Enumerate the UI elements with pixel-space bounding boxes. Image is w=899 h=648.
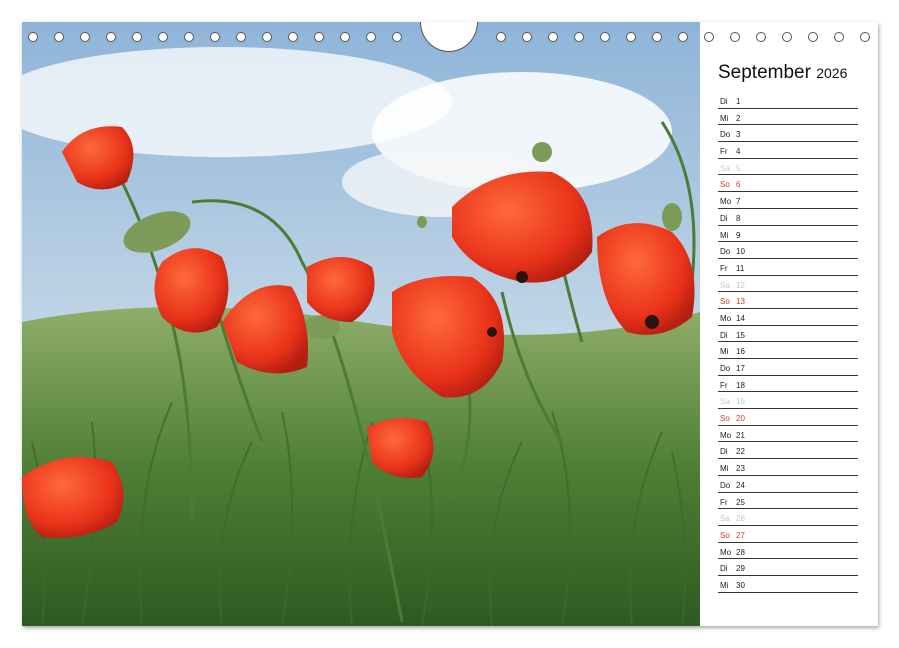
day-number: 4 [736, 147, 741, 157]
month-title: September 2026 [718, 62, 847, 84]
day-row: So 27 [718, 526, 858, 543]
day-row: Fr 25 [718, 493, 858, 510]
weekday-label: Fr [720, 380, 728, 390]
day-row: Di 22 [718, 442, 858, 460]
day-number: 2 [736, 113, 741, 123]
day-row: Sa 12 [718, 276, 858, 293]
day-row: Di 15 [718, 326, 858, 343]
day-row: Sa 5 [718, 159, 858, 176]
day-number: 21 [736, 430, 745, 440]
year: 2026 [816, 65, 848, 81]
weekday-label: Di [720, 447, 728, 457]
day-row: Mi 16 [718, 342, 858, 359]
weekday-label: So [720, 530, 730, 540]
day-number: 25 [736, 497, 745, 507]
day-number: 12 [736, 280, 745, 290]
day-number: 7 [736, 197, 741, 207]
weekday-label: Mo [720, 547, 732, 557]
weekday-label: Do [720, 247, 731, 257]
weekday-label: Mi [720, 113, 729, 123]
weekday-label: Fr [720, 263, 728, 273]
poppy-field-illustration [22, 22, 700, 626]
weekday-label: Sa [720, 163, 730, 173]
weekday-label: Mo [720, 430, 732, 440]
weekday-label: Mi [720, 464, 729, 474]
day-row: Di 1 [718, 92, 858, 109]
day-number: 10 [736, 247, 745, 257]
day-row: Di 29 [718, 559, 858, 576]
day-row: Mi 2 [718, 109, 858, 126]
weekday-label: Mi [720, 230, 729, 240]
day-number: 6 [736, 180, 741, 190]
day-number: 19 [736, 397, 745, 407]
day-number: 16 [736, 347, 745, 357]
day-number: 11 [736, 263, 745, 273]
day-row: Mo 21 [718, 426, 858, 443]
day-number: 17 [736, 364, 745, 373]
weekday-label: Fr [720, 497, 728, 507]
day-row: Sa 19 [718, 392, 858, 410]
day-row: So 20 [718, 409, 858, 426]
weekday-label: Sa [720, 397, 730, 407]
weekday-label: Di [720, 97, 728, 106]
day-row: Mi 9 [718, 226, 858, 243]
day-row: So 13 [718, 292, 858, 309]
day-number: 5 [736, 163, 741, 173]
day-row: Do 17 [718, 359, 858, 376]
weekday-label: Mi [720, 580, 729, 590]
day-number: 18 [736, 380, 745, 390]
day-number: 26 [736, 514, 745, 524]
weekday-label: Di [720, 564, 728, 574]
date-panel: September 2026 Di 1 Mi 2 Do 3 Fr 4 Sa 5 So 6 Mo 7 Di 8 M… [700, 22, 878, 626]
day-row: Fr 11 [718, 259, 858, 276]
day-row: Do 24 [718, 476, 858, 493]
day-number: 29 [736, 564, 745, 574]
day-number: 3 [736, 130, 741, 140]
day-number: 9 [736, 230, 741, 240]
weekday-label: So [720, 297, 730, 307]
day-number: 8 [736, 213, 741, 223]
weekday-label: Mo [720, 313, 732, 323]
day-row: Do 3 [718, 125, 858, 143]
day-number: 22 [736, 447, 745, 457]
month-name: September [718, 62, 811, 83]
weekday-label: Di [720, 213, 728, 223]
weekday-label: Do [720, 480, 731, 490]
weekday-label: Mi [720, 347, 729, 357]
calendar-page: September 2026 Di 1 Mi 2 Do 3 Fr 4 Sa 5 So 6 Mo 7 Di 8 M… [22, 22, 878, 626]
day-row: Mo 7 [718, 192, 858, 209]
day-number: 14 [736, 313, 745, 323]
day-number: 24 [736, 480, 745, 490]
weekday-label: Sa [720, 280, 730, 290]
day-number: 1 [736, 97, 741, 106]
day-row: Mo 14 [718, 309, 858, 326]
weekday-label: So [720, 414, 730, 424]
weekday-label: Do [720, 364, 731, 373]
day-row: Mi 23 [718, 459, 858, 476]
weekday-label: Fr [720, 147, 728, 157]
poppy-photo [22, 22, 700, 626]
day-row: Do 10 [718, 242, 858, 259]
day-row: Sa 26 [718, 509, 858, 526]
day-row: Mo 28 [718, 543, 858, 560]
weekday-label: Mo [720, 197, 732, 207]
day-row: Fr 18 [718, 376, 858, 393]
day-number: 23 [736, 464, 745, 474]
day-row: Mi 30 [718, 576, 858, 593]
weekday-label: So [720, 180, 730, 190]
day-number: 20 [736, 414, 745, 424]
day-number: 27 [736, 530, 745, 540]
day-row: Di 8 [718, 209, 858, 226]
day-row: Fr 4 [718, 142, 858, 159]
day-number: 13 [736, 297, 745, 307]
day-number: 15 [736, 330, 745, 340]
day-number: 28 [736, 547, 745, 557]
day-list: Di 1 Mi 2 Do 3 Fr 4 Sa 5 So 6 Mo 7 Di 8 Mi 9 Do 10 Fr 11 Sa 12 S… [718, 92, 858, 593]
weekday-label: Do [720, 130, 731, 140]
day-row: So 6 [718, 175, 858, 193]
weekday-label: Sa [720, 514, 730, 524]
weekday-label: Di [720, 330, 728, 340]
day-number: 30 [736, 580, 745, 590]
